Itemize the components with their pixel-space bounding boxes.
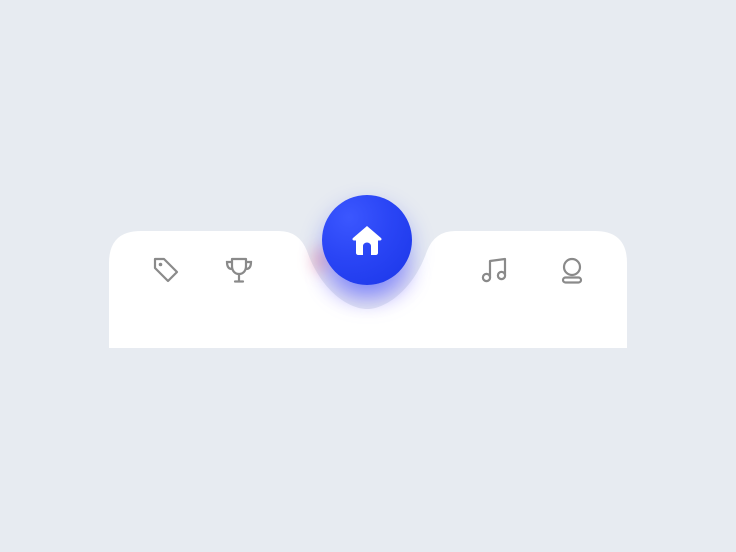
tab-tag[interactable] <box>146 250 186 290</box>
music-note-icon <box>481 257 507 283</box>
tab-trophy[interactable] <box>219 250 259 290</box>
user-icon <box>561 257 583 284</box>
home-icon <box>352 226 382 255</box>
tab-music[interactable] <box>474 250 514 290</box>
tab-profile[interactable] <box>552 250 592 290</box>
trophy-icon <box>225 257 253 283</box>
home-button[interactable] <box>322 195 412 285</box>
tag-icon <box>153 257 179 283</box>
